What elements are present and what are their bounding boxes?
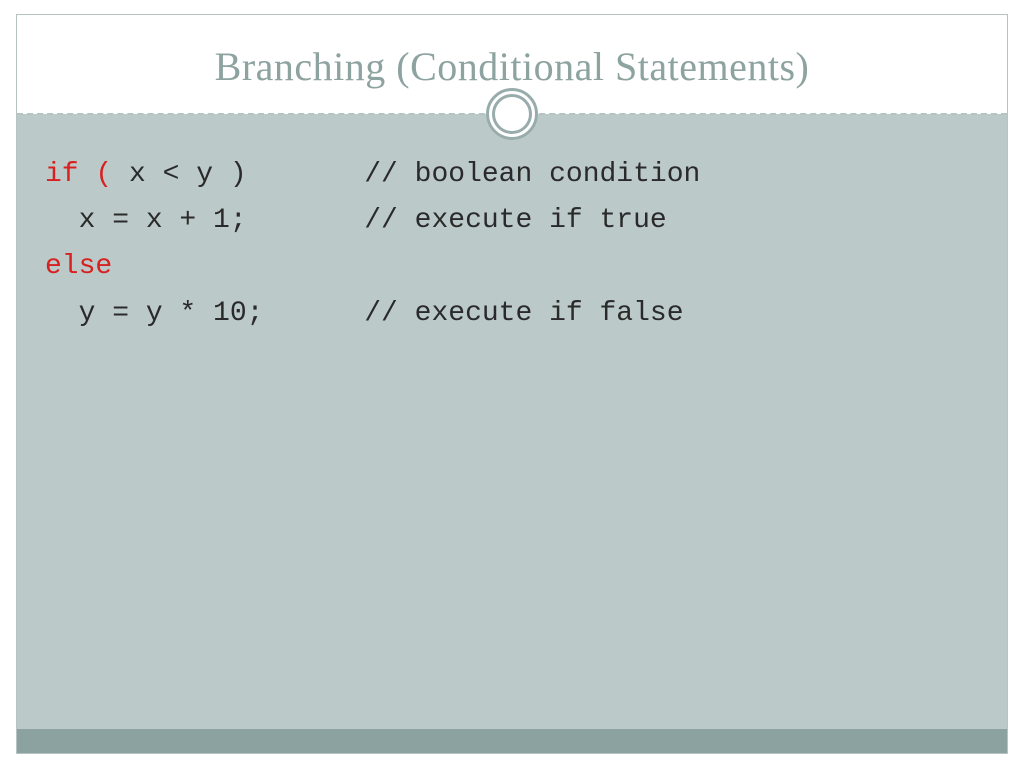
slide-container: Branching (Conditional Statements) if ( … [0, 0, 1024, 768]
bottom-bar [17, 729, 1007, 753]
code-line-2: x = x + 1; // execute if true [45, 205, 667, 236]
code-block: if ( x < y ) // boolean condition x = x … [45, 152, 979, 337]
keyword-else: else [45, 251, 112, 282]
code-line-4: y = y * 10; // execute if false [45, 298, 684, 329]
circle-decoration-icon [486, 88, 538, 140]
slide-frame: Branching (Conditional Statements) if ( … [16, 14, 1008, 754]
keyword-if: if ( [45, 159, 129, 190]
slide-title: Branching (Conditional Statements) [37, 43, 987, 90]
content-area: if ( x < y ) // boolean condition x = x … [17, 114, 1007, 729]
code-line-1: x < y ) // boolean condition [129, 159, 700, 190]
